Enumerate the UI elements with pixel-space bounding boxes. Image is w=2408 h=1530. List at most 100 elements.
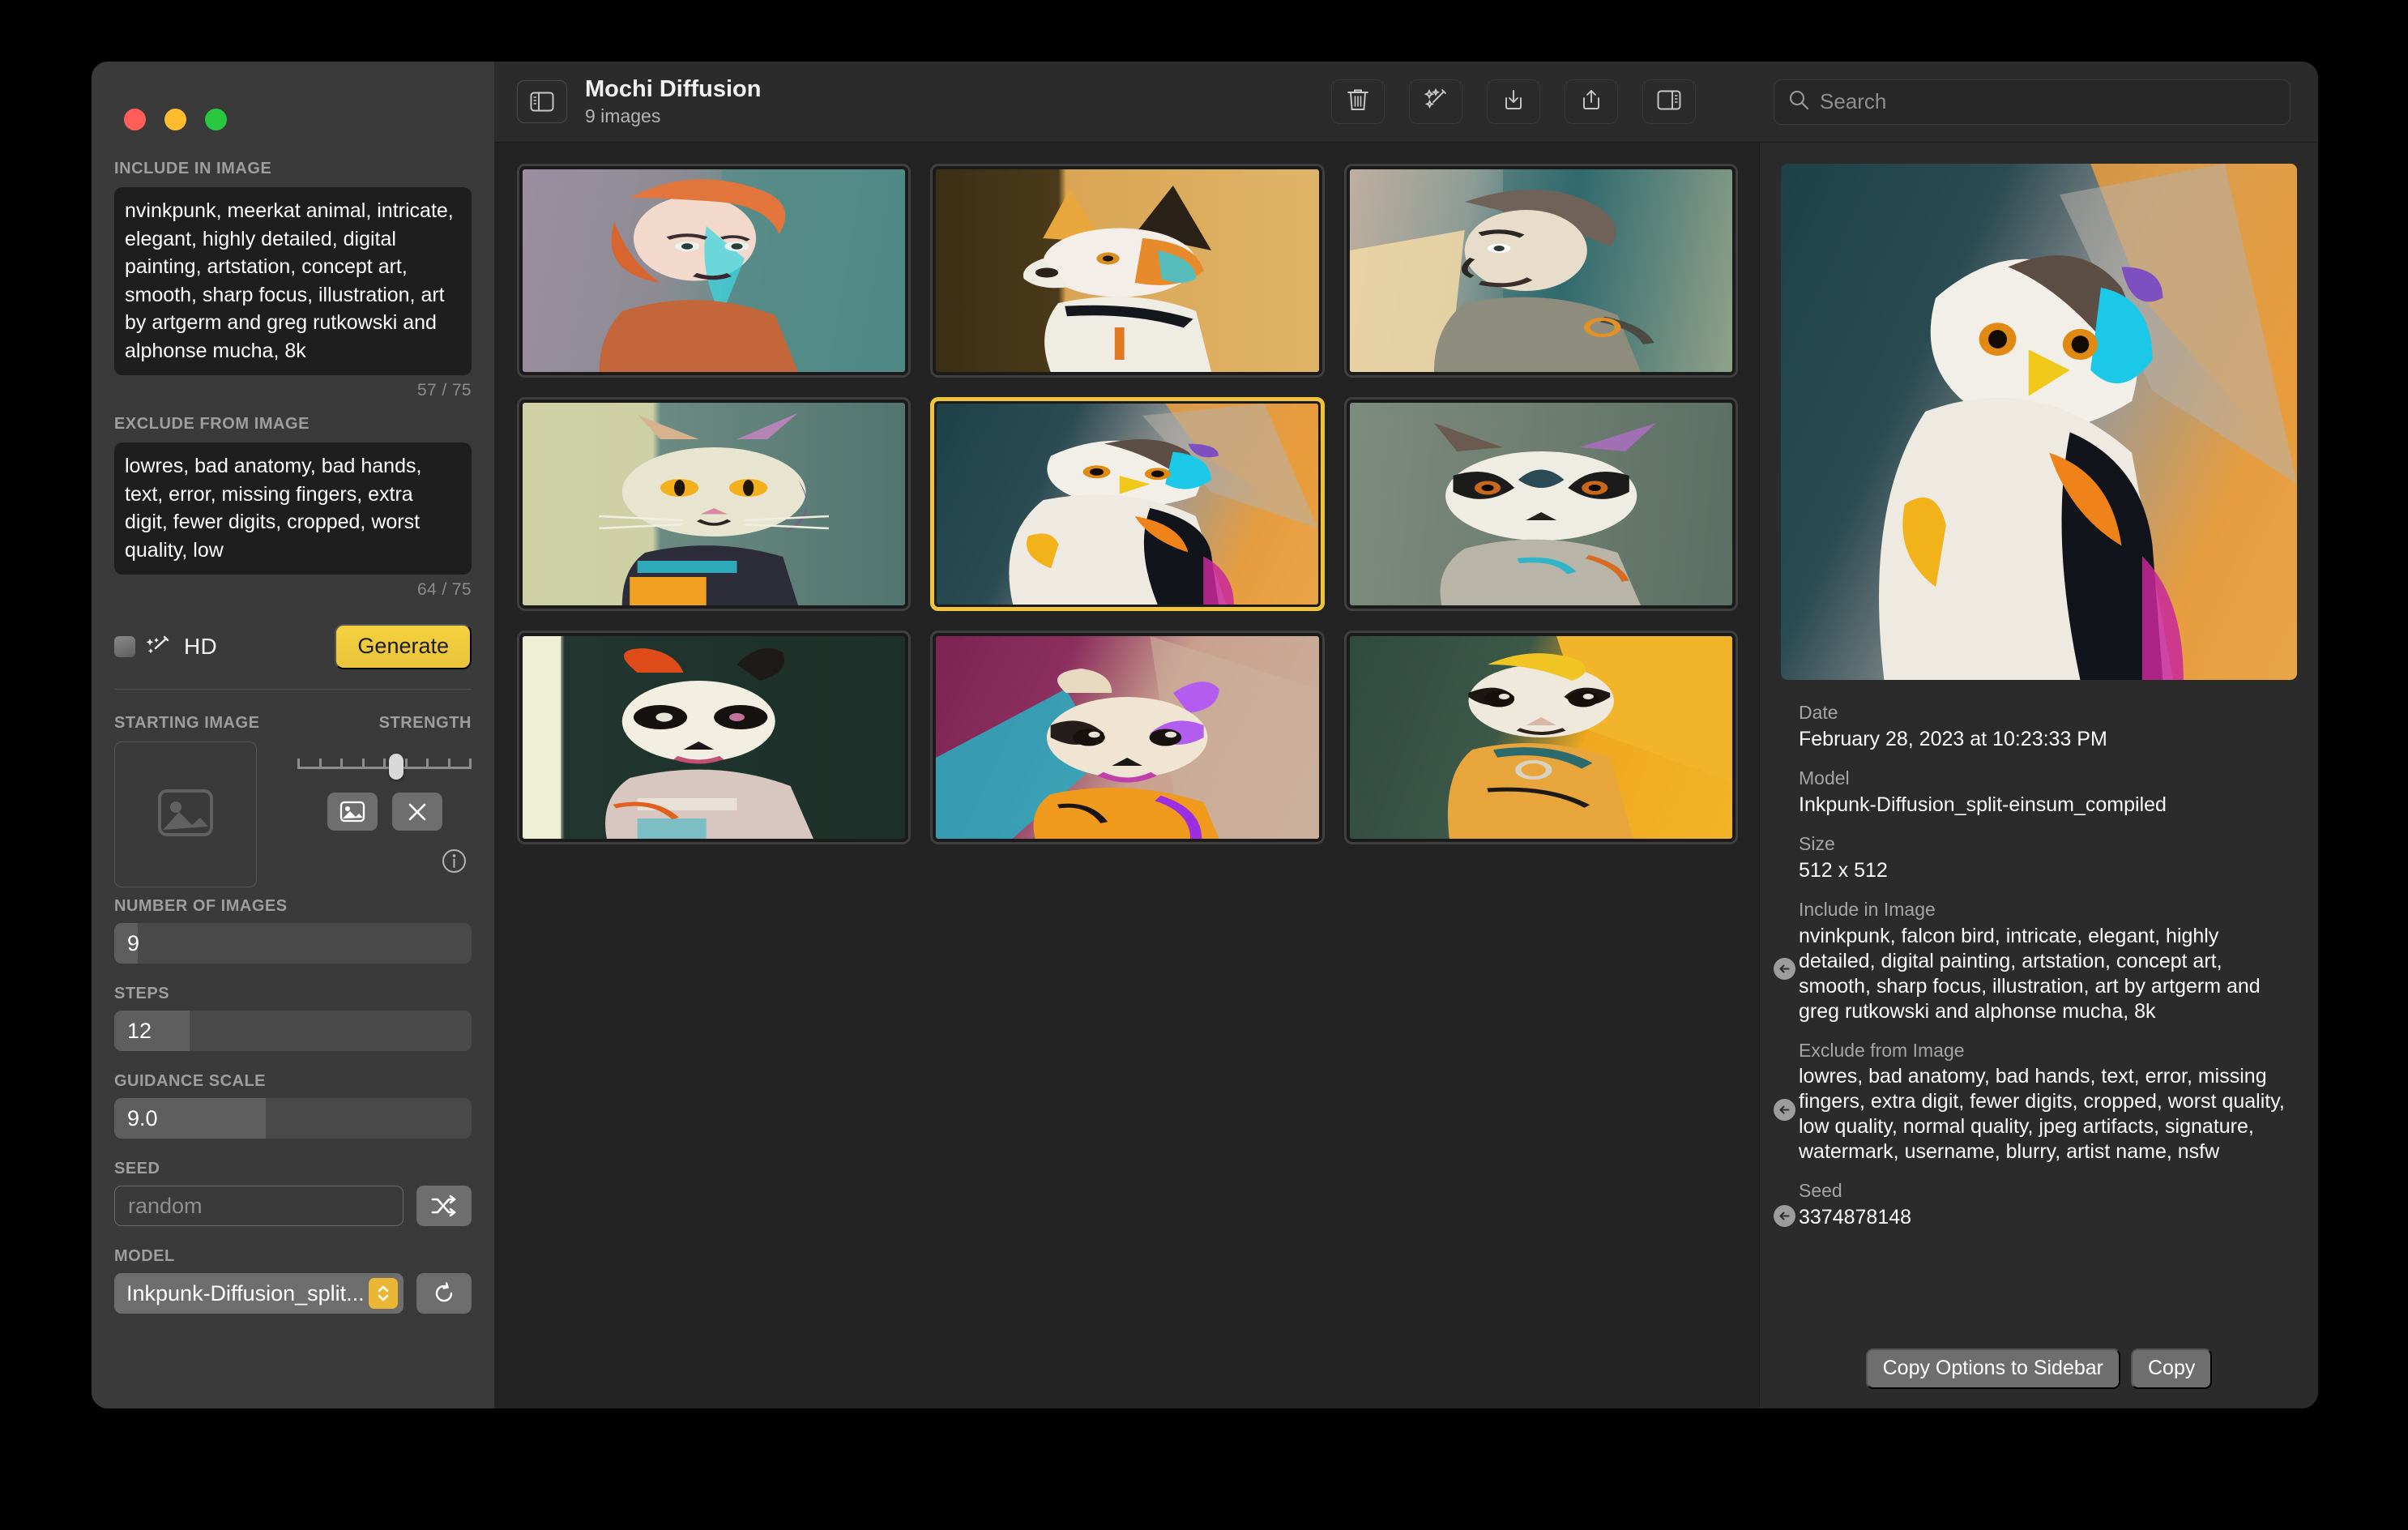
metadata-date-key: Date — [1799, 702, 1838, 723]
hd-generate-row: HD Generate — [114, 622, 472, 671]
thumbnail-art — [936, 169, 1319, 372]
trash-icon — [1347, 88, 1369, 116]
thumbnail-art — [1349, 403, 1732, 605]
image-count-label: 9 images — [585, 105, 661, 126]
metadata-size: Size 512 x 512 — [1799, 832, 2297, 883]
traffic-lights — [124, 109, 472, 130]
strength-label: STRENGTH — [378, 714, 472, 732]
metadata-include-value: nvinkpunk, falcon bird, intricate, elega… — [1799, 924, 2261, 1023]
exclude-from-image-label: EXCLUDE FROM IMAGE — [114, 415, 310, 433]
model-select-value: Inkpunk-Diffusion_split... — [126, 1280, 365, 1306]
exclude-counter: 64 / 75 — [416, 580, 472, 599]
choose-starting-image-button[interactable] — [327, 793, 378, 831]
thumbnail-art — [523, 636, 906, 839]
toggle-inspector-button[interactable] — [1642, 79, 1696, 124]
metadata-exclude: Exclude from Image lowres, bad anatomy, … — [1774, 1039, 2297, 1165]
chevron-updown-icon — [369, 1278, 398, 1309]
search-input[interactable]: Search — [1820, 89, 1886, 114]
include-in-image-input[interactable]: nvinkpunk, meerkat animal, intricate, el… — [114, 187, 472, 375]
include-counter: 57 / 75 — [416, 381, 472, 400]
model-label: MODEL — [114, 1247, 175, 1265]
guidance-scale-label: GUIDANCE SCALE — [114, 1072, 267, 1090]
close-window-button[interactable] — [124, 109, 146, 130]
number-of-images-stepper[interactable]: 9 — [114, 923, 472, 964]
save-button[interactable] — [1487, 79, 1540, 124]
revert-seed-icon[interactable] — [1774, 1205, 1795, 1228]
app-window: INCLUDE IN IMAGE nvinkpunk, meerkat anim… — [92, 62, 2318, 1408]
search-box[interactable]: Search — [1774, 79, 2291, 125]
number-of-images-label: NUMBER OF IMAGES — [114, 897, 288, 915]
model-select[interactable]: Inkpunk-Diffusion_split... — [114, 1273, 403, 1314]
number-of-images-value: 9 — [127, 930, 140, 955]
gallery-item-dog-portrait[interactable] — [930, 164, 1325, 378]
hd-label: HD — [184, 634, 218, 659]
metadata-include-key: Include in Image — [1799, 898, 1936, 920]
gallery-item-panda-portrait[interactable] — [517, 630, 912, 844]
strength-slider-knob[interactable] — [388, 754, 403, 780]
wand-sparkles-icon — [1424, 88, 1448, 116]
delete-button[interactable] — [1331, 79, 1385, 124]
revert-exclude-icon[interactable] — [1774, 1098, 1795, 1121]
search-icon — [1788, 89, 1809, 114]
guidance-scale-stepper[interactable]: 9.0 — [114, 1098, 472, 1139]
photo-placeholder-icon — [156, 788, 215, 842]
metadata-seed-value: 3374878148 — [1799, 1206, 1912, 1229]
magic-wand-icon — [145, 635, 171, 659]
info-icon[interactable] — [442, 848, 467, 878]
metadata-seed-key: Seed — [1799, 1180, 1842, 1202]
seed-label: SEED — [114, 1160, 160, 1177]
metadata-size-key: Size — [1799, 832, 1835, 854]
copy-options-to-sidebar-button[interactable]: Copy Options to Sidebar — [1865, 1348, 2120, 1389]
metadata-date: Date February 28, 2023 at 10:23:33 PM — [1799, 701, 2297, 752]
thumbnail-art — [523, 403, 906, 605]
inspector-panel-icon — [1657, 90, 1681, 114]
thumbnail-art — [937, 404, 1318, 605]
revert-include-icon[interactable] — [1774, 957, 1795, 980]
include-in-image-label: INCLUDE IN IMAGE — [114, 160, 272, 177]
share-button[interactable] — [1565, 79, 1618, 124]
thumbnail-art — [1349, 169, 1732, 372]
refresh-models-button[interactable] — [416, 1273, 472, 1314]
metadata-seed: Seed 3374878148 — [1774, 1179, 2297, 1230]
generate-button[interactable]: Generate — [335, 624, 472, 669]
title-block: Mochi Diffusion 9 images — [585, 76, 761, 126]
toggle-sidebar-button[interactable] — [517, 80, 567, 123]
starting-image-dropzone[interactable] — [114, 741, 257, 887]
gallery-item-man-portrait[interactable] — [1343, 164, 1738, 378]
copy-button[interactable]: Copy — [2131, 1348, 2213, 1389]
gallery-item-meerkat-portrait[interactable] — [1343, 630, 1738, 844]
gallery-item-falcon-portrait[interactable] — [930, 397, 1325, 611]
minimize-window-button[interactable] — [164, 109, 186, 130]
gallery-item-cat-portrait[interactable] — [517, 397, 912, 611]
inspector-footer: Copy Options to Sidebar Copy — [1760, 1348, 2318, 1389]
exclude-from-image-input[interactable]: lowres, bad anatomy, bad hands, text, er… — [114, 442, 472, 575]
seed-row: random — [114, 1186, 472, 1226]
main-area: Mochi Diffusion 9 images Search Date Feb… — [494, 62, 2318, 1408]
metadata-exclude-key: Exclude from Image — [1799, 1039, 1965, 1061]
app-title: Mochi Diffusion — [585, 76, 762, 103]
thumbnail-art — [523, 169, 906, 372]
preview-image — [1781, 164, 2297, 680]
shuffle-seed-button[interactable] — [416, 1186, 472, 1226]
metadata-include: Include in Image nvinkpunk, falcon bird,… — [1774, 898, 2297, 1024]
gallery-item-raccoon-portrait[interactable] — [1343, 397, 1738, 611]
toolbar-actions: Search — [1331, 79, 2291, 125]
metadata-exclude-value: lowres, bad anatomy, bad hands, text, er… — [1799, 1065, 2285, 1164]
gallery-item-ferret-portrait[interactable] — [930, 630, 1325, 844]
metadata-size-value: 512 x 512 — [1799, 858, 1888, 882]
zoom-window-button[interactable] — [205, 109, 227, 130]
image-gallery — [494, 143, 1759, 1408]
hd-checkbox[interactable] — [114, 636, 135, 657]
clear-starting-image-button[interactable] — [391, 793, 442, 831]
strength-slider[interactable] — [297, 750, 472, 780]
metadata-model-value: Inkpunk-Diffusion_split-einsum_compiled — [1799, 793, 2167, 816]
seed-input[interactable]: random — [114, 1186, 403, 1226]
metadata-date-value: February 28, 2023 at 10:23:33 PM — [1799, 727, 2107, 750]
gallery-item-woman-portrait[interactable] — [517, 164, 912, 378]
toolbar: Mochi Diffusion 9 images Search — [494, 62, 2318, 143]
upscale-button[interactable] — [1409, 79, 1462, 124]
steps-stepper[interactable]: 12 — [114, 1011, 472, 1051]
content-area: Date February 28, 2023 at 10:23:33 PM Mo… — [494, 143, 2318, 1408]
metadata-list: Date February 28, 2023 at 10:23:33 PM Mo… — [1774, 701, 2297, 1245]
share-icon — [1580, 88, 1603, 115]
